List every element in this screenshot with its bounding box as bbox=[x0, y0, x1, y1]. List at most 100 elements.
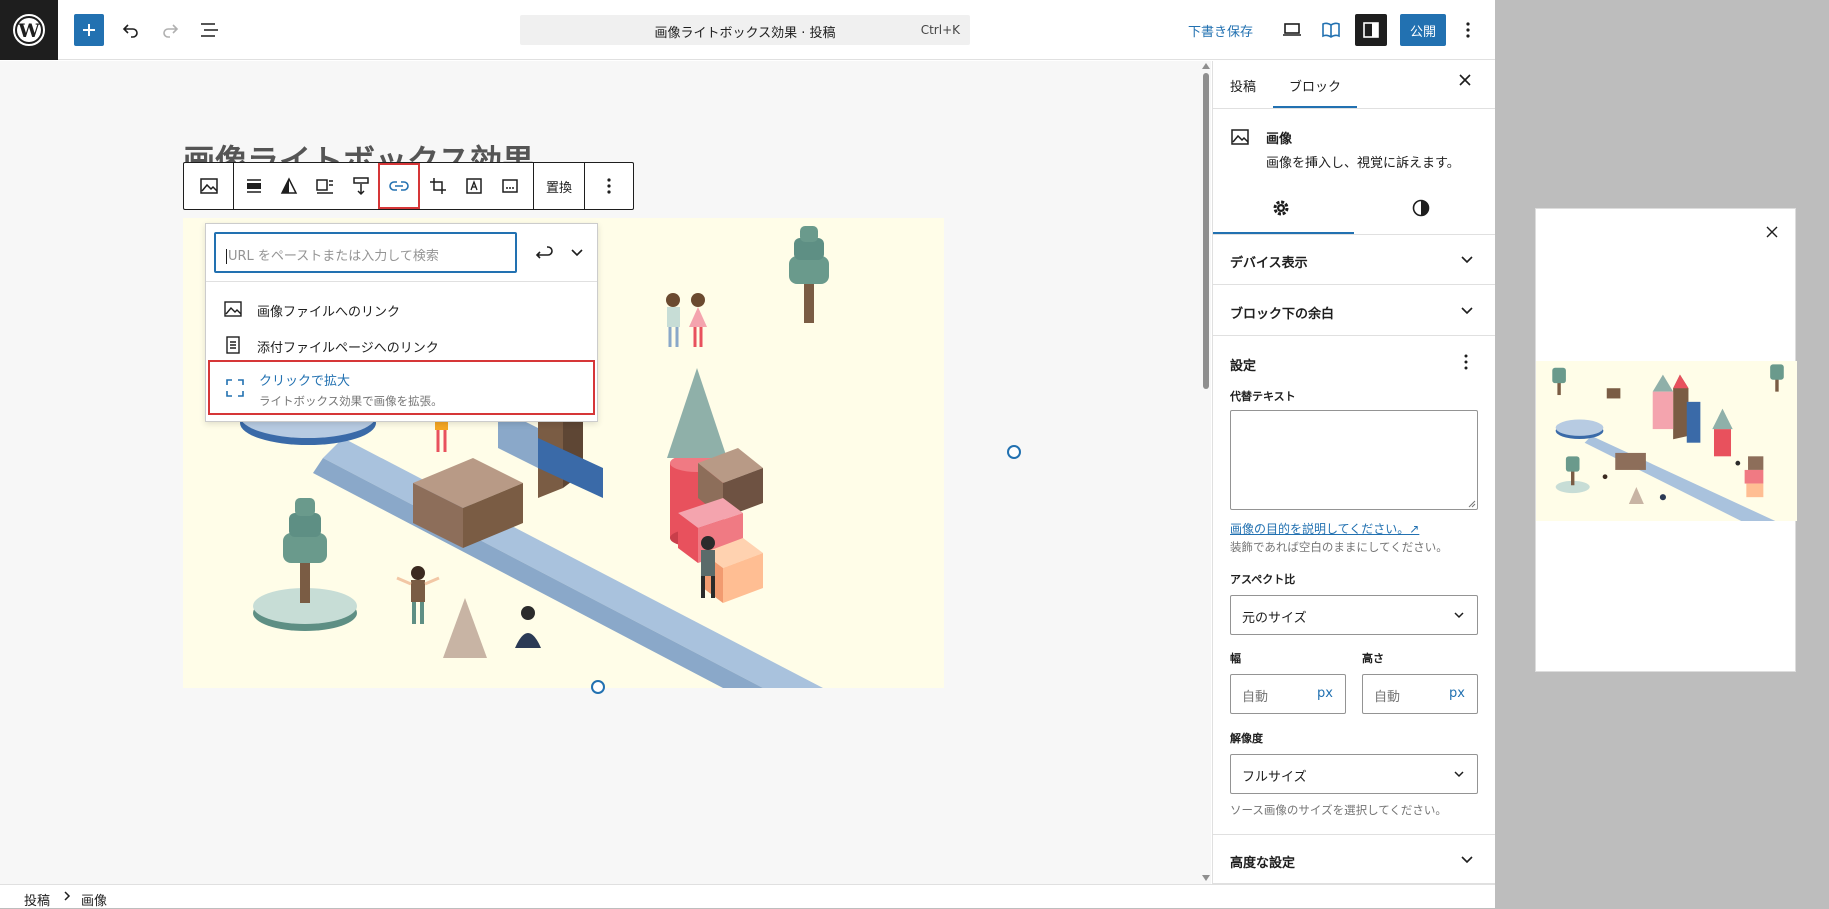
alt-text-label: 代替テキスト bbox=[1230, 390, 1296, 403]
caption-button[interactable] bbox=[492, 163, 528, 209]
redo-icon bbox=[163, 24, 179, 38]
resolution-help: ソース画像のサイズを選択してください。 bbox=[1230, 803, 1447, 817]
tab-post[interactable]: 投稿 bbox=[1230, 76, 1256, 95]
expand-on-click-option[interactable]: クリックで拡大 ライトボックス効果で画像を拡張。 bbox=[208, 360, 595, 415]
lightbox-image bbox=[1536, 361, 1797, 521]
canvas-scrollbar[interactable] bbox=[1200, 61, 1211, 884]
publish-button[interactable]: 公開 bbox=[1400, 14, 1446, 46]
resize-handle-right[interactable] bbox=[1007, 445, 1021, 459]
playground-illustration bbox=[1552, 364, 1784, 521]
panel-title: デバイス表示 bbox=[1230, 256, 1308, 271]
chevron-down-icon bbox=[1461, 856, 1473, 864]
link-icon bbox=[389, 181, 409, 191]
tab-styles[interactable] bbox=[1411, 198, 1431, 218]
replace-button[interactable]: 置換 bbox=[534, 163, 584, 209]
alt-text-help: 装飾であれば空白のままにしてください。 bbox=[1230, 540, 1448, 554]
tab-settings[interactable] bbox=[1271, 198, 1291, 218]
image-icon bbox=[224, 301, 242, 317]
align-button[interactable] bbox=[236, 163, 271, 209]
scroll-down-icon bbox=[1202, 875, 1210, 881]
link-to-image-file-option[interactable]: 画像ファイルへのリンク bbox=[206, 292, 597, 326]
submit-link-button[interactable] bbox=[528, 238, 558, 268]
advanced-panel[interactable]: 高度な設定 bbox=[1213, 834, 1495, 884]
url-input-placeholder: URL をペーストまたは入力して検索 bbox=[228, 249, 439, 264]
text-caret bbox=[226, 249, 227, 264]
upload-icon bbox=[353, 177, 369, 196]
tab-block[interactable]: ブロック bbox=[1289, 76, 1341, 95]
device-visibility-panel[interactable]: デバイス表示 bbox=[1213, 235, 1495, 285]
alt-text-help-link[interactable]: 画像の目的を説明してください。↗ bbox=[1230, 520, 1419, 537]
panel-title: ブロック下の余白 bbox=[1230, 307, 1335, 322]
breadcrumb: 投稿 画像 bbox=[0, 884, 1495, 909]
breadcrumb-post[interactable]: 投稿 bbox=[24, 890, 50, 909]
duotone-icon bbox=[280, 177, 298, 194]
expand-on-click-label: クリックで拡大 bbox=[259, 374, 351, 389]
gear-icon bbox=[1273, 200, 1289, 216]
save-draft-button[interactable]: 下書き保存 bbox=[1188, 21, 1253, 40]
resize-handle-bottom[interactable] bbox=[591, 680, 605, 694]
preview-button[interactable] bbox=[1277, 14, 1307, 46]
chevron-down-icon bbox=[571, 249, 583, 257]
settings-panel-title: 設定 bbox=[1230, 359, 1257, 374]
settings-sidebar-toggle[interactable] bbox=[1355, 14, 1387, 46]
link-button[interactable] bbox=[378, 163, 420, 209]
aspect-ratio-select[interactable]: 元のサイズ bbox=[1230, 595, 1478, 635]
close-lightbox-button[interactable] bbox=[1766, 226, 1778, 238]
block-options-button[interactable] bbox=[585, 163, 633, 209]
text-overlay-button[interactable] bbox=[456, 163, 492, 209]
more-vertical-icon bbox=[607, 178, 611, 194]
view-post-button[interactable] bbox=[1316, 14, 1346, 46]
duotone-button[interactable] bbox=[271, 163, 307, 209]
width-input[interactable]: 自動 px bbox=[1230, 674, 1346, 714]
scroll-thumb[interactable] bbox=[1203, 73, 1209, 389]
link-options-toggle[interactable] bbox=[564, 238, 590, 268]
book-icon bbox=[1322, 22, 1340, 38]
image-icon bbox=[1231, 129, 1249, 145]
height-input[interactable]: 自動 px bbox=[1362, 674, 1478, 714]
resolution-select[interactable]: フルサイズ bbox=[1230, 754, 1478, 794]
options-menu-button[interactable] bbox=[1455, 14, 1481, 46]
command-palette-button[interactable]: 画像ライトボックス効果 · 投稿 Ctrl+K bbox=[520, 15, 970, 45]
close-icon bbox=[1766, 226, 1778, 238]
caption-icon bbox=[502, 179, 518, 193]
document-title: 画像ライトボックス効果 · 投稿 bbox=[654, 26, 836, 41]
more-vertical-icon bbox=[1464, 354, 1468, 370]
expand-on-click-description: ライトボックス効果で画像を拡張。 bbox=[259, 394, 443, 408]
editor-header: W 画像ライトボックス効果 · 投稿 Ctrl+K 下書き保存 公開 bbox=[0, 0, 1495, 60]
crop-button[interactable] bbox=[420, 163, 456, 209]
resolution-value: フルサイズ bbox=[1242, 770, 1307, 785]
add-block-button[interactable] bbox=[74, 14, 104, 46]
media-icon bbox=[316, 179, 333, 194]
settings-options-button[interactable] bbox=[1463, 353, 1469, 371]
settings-sidebar: 投稿 ブロック 画像 画像を挿入し、視覚に訴えます。 デバイス表示 ブロック下の… bbox=[1212, 61, 1495, 884]
popover-divider bbox=[206, 281, 597, 282]
breadcrumb-image[interactable]: 画像 bbox=[81, 890, 107, 909]
url-input[interactable]: URL をペーストまたは入力して検索 bbox=[214, 232, 517, 273]
chevron-down-icon bbox=[1454, 771, 1464, 778]
width-value: 自動 bbox=[1242, 690, 1269, 705]
close-sidebar-button[interactable] bbox=[1458, 73, 1472, 87]
wordpress-logo-icon[interactable]: W bbox=[0, 0, 58, 60]
alt-text-input[interactable] bbox=[1230, 410, 1478, 510]
contrast-icon bbox=[1412, 199, 1430, 217]
document-overview-button[interactable] bbox=[195, 14, 225, 46]
link-option-label: 画像ファイルへのリンク bbox=[257, 305, 401, 320]
svg-text:W: W bbox=[17, 20, 40, 42]
block-toolbar: 置換 bbox=[183, 162, 634, 210]
scroll-up-icon bbox=[1202, 63, 1210, 69]
chevron-down-icon bbox=[1461, 256, 1473, 264]
panel-title: 高度な設定 bbox=[1230, 856, 1296, 871]
redo-button[interactable] bbox=[155, 14, 185, 46]
media-text-button[interactable] bbox=[307, 163, 343, 209]
width-unit[interactable]: px bbox=[1317, 686, 1333, 701]
width-label: 幅 bbox=[1230, 652, 1241, 665]
undo-button[interactable] bbox=[116, 14, 146, 46]
close-icon bbox=[1459, 74, 1471, 86]
block-spacing-panel[interactable]: ブロック下の余白 bbox=[1213, 286, 1495, 336]
aspect-ratio-value: 元のサイズ bbox=[1242, 611, 1307, 626]
link-to-attachment-page-option[interactable]: 添付ファイルページへのリンク bbox=[206, 328, 597, 362]
upload-button[interactable] bbox=[343, 163, 379, 209]
toolbar-divider bbox=[233, 163, 234, 209]
height-unit[interactable]: px bbox=[1449, 686, 1465, 701]
block-type-button[interactable] bbox=[184, 163, 233, 209]
